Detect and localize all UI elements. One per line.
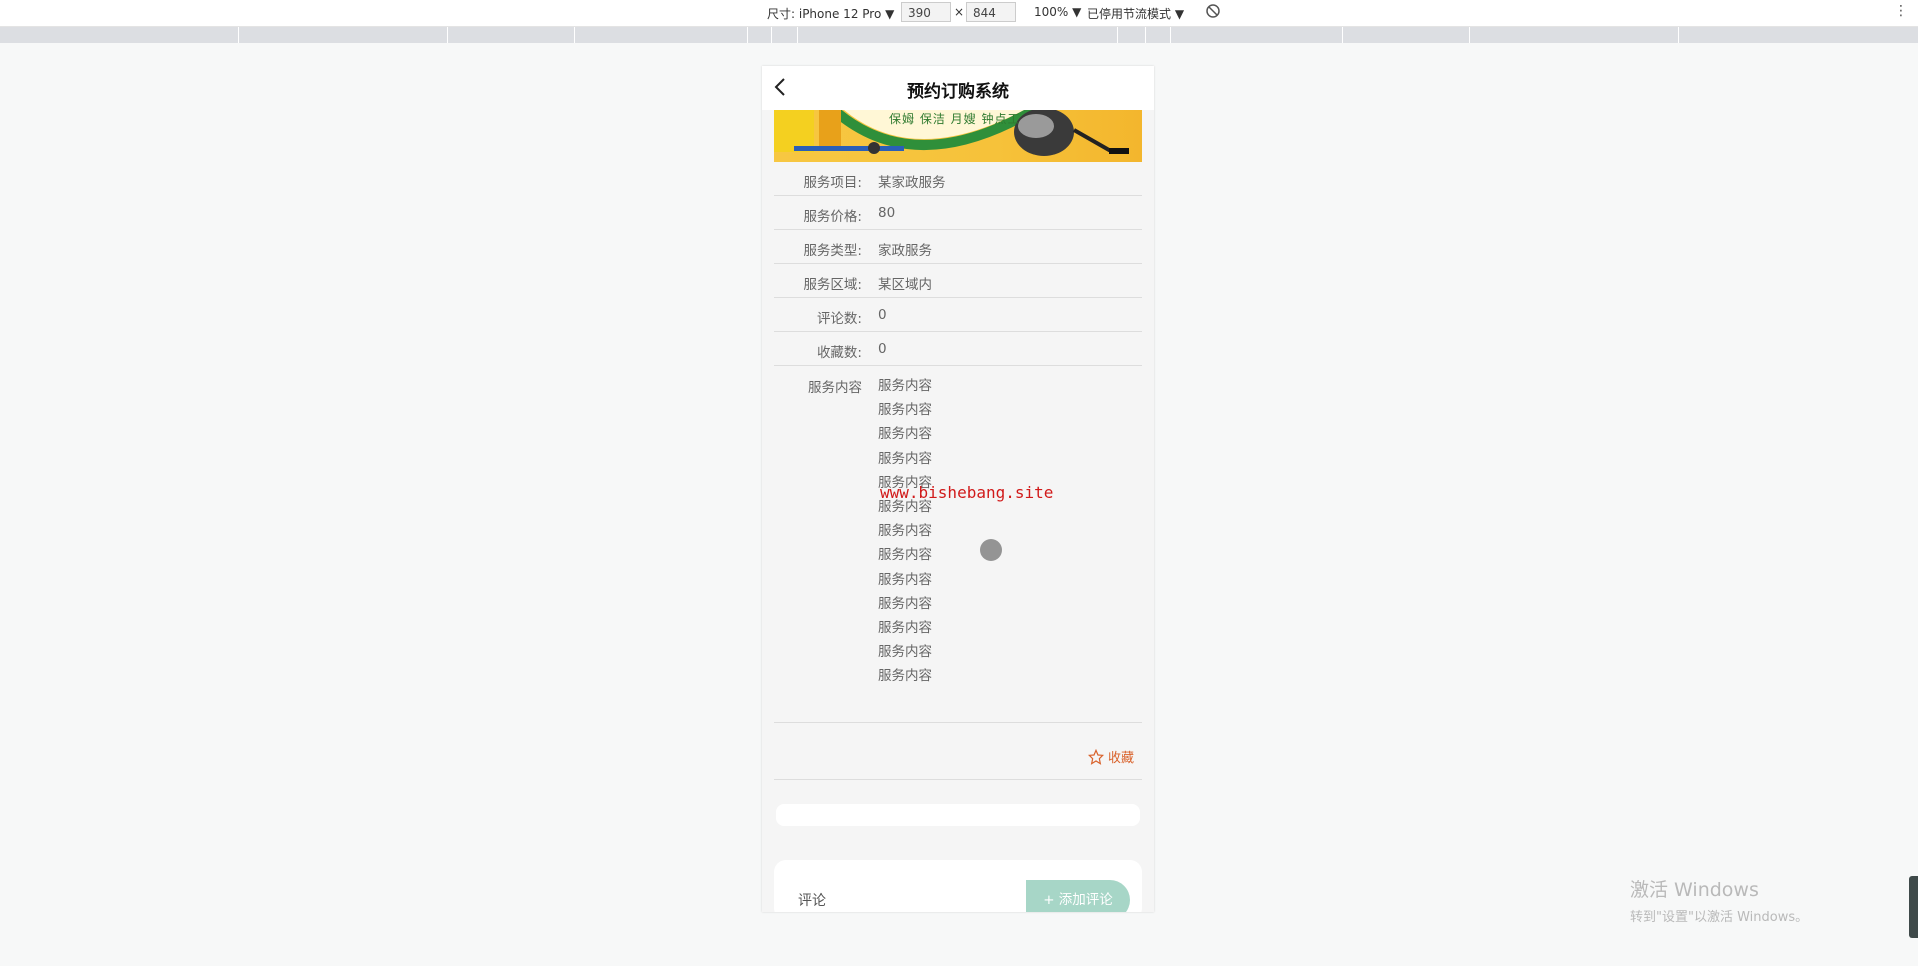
device-size-dropdown[interactable]: 尺寸: iPhone 12 Pro ▼ xyxy=(767,5,894,22)
content-line: 服务内容 xyxy=(878,426,932,443)
favorite-row: 收藏 xyxy=(774,723,1142,780)
content-line: 服务内容 xyxy=(878,523,932,540)
more-menu-icon[interactable]: ⋮ xyxy=(1894,3,1908,19)
favorite-button[interactable]: 收藏 xyxy=(1087,747,1134,766)
content-line: 服务内容 xyxy=(878,450,932,467)
comment-section: 评论 + 添加评论 xyxy=(774,860,1142,912)
field-value: 家政服务 xyxy=(878,243,932,259)
field-row-item: 服务项目: 某家政服务 xyxy=(774,162,1142,196)
throttling-dropdown[interactable]: 已停用节流模式 ▼ xyxy=(1087,5,1184,22)
side-handle[interactable] xyxy=(1909,876,1918,938)
favorite-label: 收藏 xyxy=(1107,751,1134,766)
field-row-type: 服务类型: 家政服务 xyxy=(774,230,1142,264)
field-row-comment-count: 评论数: 0 xyxy=(774,298,1142,332)
content-line: 服务内容 xyxy=(878,619,932,636)
content-line: 服务内容 xyxy=(878,402,932,419)
field-value: 某区域内 xyxy=(878,277,932,293)
windows-activation-notice: 激活 Windows 转到"设置"以激活 Windows。 xyxy=(1630,875,1808,925)
service-banner-image: 保姆 保洁 月嫂 钟点工 xyxy=(774,110,1142,162)
content-line: 服务内容 xyxy=(878,547,932,564)
content-lines: 服务内容 服务内容 服务内容 服务内容 服务内容 服务内容 服务内容 服务内容 … xyxy=(878,376,932,690)
field-label: 收藏数: xyxy=(816,345,862,361)
zoom-dropdown[interactable]: 100% ▼ xyxy=(1034,5,1081,19)
blank-card xyxy=(776,804,1140,826)
comment-label: 评论 xyxy=(798,893,826,909)
media-query-ruler[interactable] xyxy=(0,27,1918,43)
field-label: 服务类型: xyxy=(803,243,862,259)
nav-bar: 预约订购系统 xyxy=(762,66,1154,110)
activation-title: 激活 Windows xyxy=(1630,879,1759,901)
viewport-width-input[interactable]: 390 xyxy=(901,2,951,22)
content-line: 服务内容 xyxy=(878,378,932,394)
field-row-favorite-count: 收藏数: 0 xyxy=(774,332,1142,366)
field-label: 评论数: xyxy=(816,311,862,327)
watermark-text: www.bishebang.site xyxy=(880,483,1054,502)
touch-cursor xyxy=(980,539,1002,561)
content-line: 服务内容 xyxy=(878,668,932,685)
field-label: 服务项目: xyxy=(803,175,862,191)
page-title: 预约订购系统 xyxy=(907,82,1009,102)
field-value: 0 xyxy=(878,341,887,357)
field-row-area: 服务区域: 某区域内 xyxy=(774,264,1142,298)
field-value: 80 xyxy=(878,205,896,221)
viewport-height-input[interactable]: 844 xyxy=(966,2,1016,22)
content-label: 服务内容 xyxy=(808,380,862,396)
dimension-separator: × xyxy=(954,5,965,19)
activation-subtitle: 转到"设置"以激活 Windows。 xyxy=(1630,910,1809,925)
content-line: 服务内容 xyxy=(878,571,932,588)
field-value: 0 xyxy=(878,307,887,323)
field-label: 服务区域: xyxy=(803,277,862,293)
content-line: 服务内容 xyxy=(878,595,932,612)
field-row-price: 服务价格: 80 xyxy=(774,196,1142,230)
star-icon xyxy=(1087,748,1104,765)
banner-text: 保姆 保洁 月嫂 钟点工 xyxy=(889,112,1021,126)
devtools-toolbar: 尺寸: iPhone 12 Pro ▼ 390 × 844 100% ▼ 已停用… xyxy=(0,0,1918,27)
field-label: 服务价格: xyxy=(803,209,862,225)
content-line: 服务内容 xyxy=(878,644,932,661)
add-comment-button[interactable]: + 添加评论 xyxy=(1026,880,1130,912)
service-content-section: 服务内容 服务内容 服务内容 服务内容 服务内容 服务内容 服务内容 服务内容 … xyxy=(774,366,1142,723)
service-detail-list: 服务项目: 某家政服务 服务价格: 80 服务类型: 家政服务 服务区域: 某区… xyxy=(774,162,1142,780)
field-value: 某家政服务 xyxy=(878,175,946,191)
rotate-icon[interactable] xyxy=(1205,3,1221,22)
